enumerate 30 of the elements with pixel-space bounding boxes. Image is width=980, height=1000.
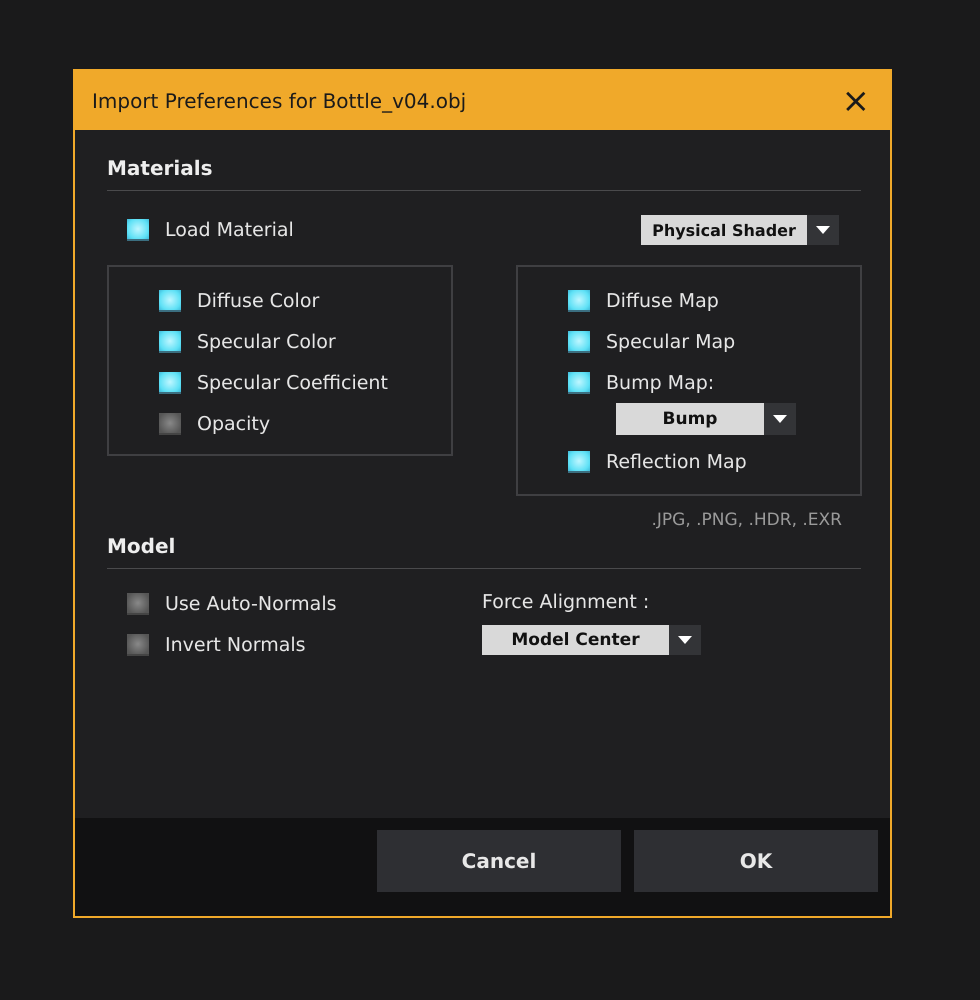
checkbox-label: Specular Coefficient [197,372,388,394]
checkbox[interactable] [159,372,181,394]
checkbox-label: Load Material [165,219,294,241]
checkbox-label: Diffuse Color [197,290,320,312]
checkbox[interactable] [159,412,181,434]
alignment-label: Force Alignment : [482,591,650,613]
window-title: Import Preferences for Bottle_v04.obj [92,88,466,112]
checkbox[interactable] [568,450,590,472]
checkbox[interactable] [159,330,181,352]
formats-note: .JPG, .PNG, .HDR, .EXR [651,510,842,530]
checkbox-label: Opacity [197,412,270,434]
section-heading: Model [107,534,176,558]
checkbox[interactable] [127,592,149,614]
ok-button[interactable]: OK [634,830,878,892]
section-heading: Materials [107,156,214,180]
checkbox[interactable] [159,290,181,312]
checkbox[interactable] [127,219,149,241]
checkbox[interactable] [568,290,590,312]
checkbox-label: Bump Map: [606,372,714,394]
close-button[interactable]: × [838,84,874,118]
checkbox-label: Specular Map [606,330,736,352]
checkbox[interactable] [127,634,149,656]
checkbox[interactable] [568,330,590,352]
checkbox-label: Specular Color [197,330,336,352]
checkbox-label: Reflection Map [606,450,747,472]
checkbox-label: Use Auto-Normals [165,592,337,614]
checkbox-label: Diffuse Map [606,290,719,312]
checkbox[interactable] [568,372,590,394]
checkbox-label: Invert Normals [165,634,306,656]
cancel-button[interactable]: Cancel [377,830,621,892]
